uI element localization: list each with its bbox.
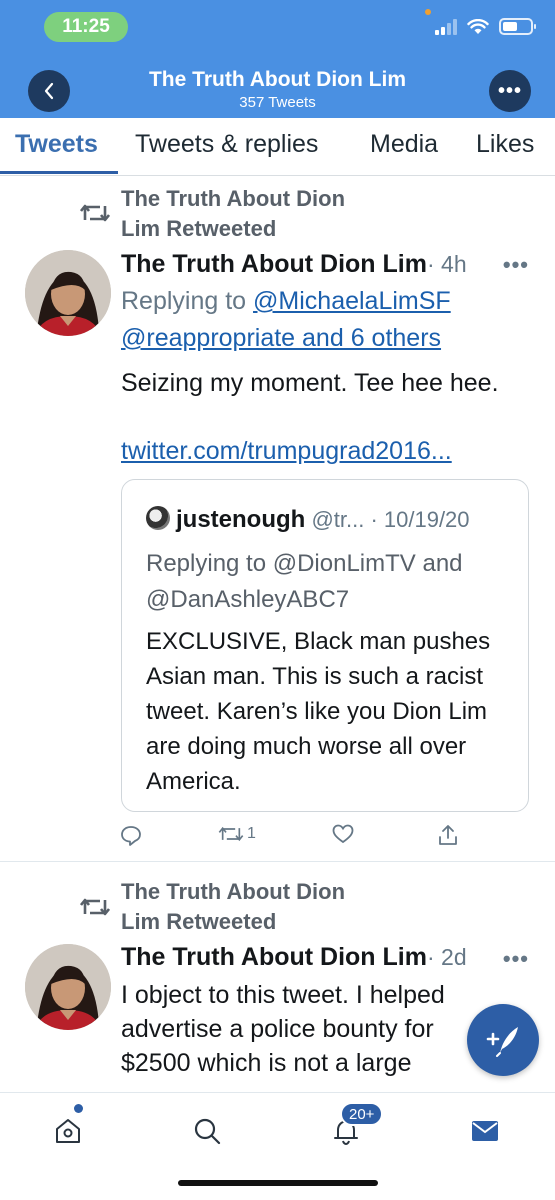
- retweet-button[interactable]: 1: [218, 824, 256, 844]
- profile-header: 11:25 The Truth About Dion Lim 357 Tweet…: [0, 0, 555, 118]
- tweet-author[interactable]: The Truth About Dion Lim· 4h: [121, 250, 467, 279]
- feather-plus-icon: [486, 1027, 518, 1057]
- home-icon: [56, 1119, 80, 1143]
- quoted-tweet[interactable]: justenough @tr... · 10/19/20 Replying to…: [121, 479, 529, 812]
- tweet-actions: 1: [120, 824, 470, 854]
- retweet-icon: [80, 898, 110, 916]
- share-button[interactable]: [438, 824, 458, 846]
- quoted-author: justenough @tr... · 10/19/20: [176, 506, 470, 533]
- tweet-count: 357 Tweets: [239, 94, 316, 111]
- wifi-icon: [467, 18, 489, 34]
- retweet-label: The Truth About Dion Lim Retweeted: [121, 186, 346, 241]
- tweet-author[interactable]: The Truth About Dion Lim· 2d: [121, 943, 467, 972]
- nav-search[interactable]: [187, 1111, 227, 1151]
- mic-indicator: [425, 9, 431, 15]
- reply-button[interactable]: [120, 824, 142, 846]
- nav-home[interactable]: [48, 1111, 88, 1151]
- cellular-signal-icon: [435, 18, 457, 35]
- tweet-options-button[interactable]: •••: [503, 252, 529, 278]
- avatar[interactable]: [25, 944, 111, 1030]
- active-tab-indicator: [0, 171, 118, 174]
- like-button[interactable]: [332, 824, 354, 844]
- tab-media[interactable]: Media: [370, 130, 438, 159]
- quoted-avatar: [146, 506, 170, 530]
- quoted-text: EXCLUSIVE, Black man pushes Asian man. T…: [146, 628, 491, 795]
- battery-icon: [499, 18, 536, 35]
- profile-title: The Truth About Dion Lim: [148, 68, 406, 91]
- profile-tabs: Tweets Tweets & replies Media Likes: [0, 118, 555, 176]
- tweet-link[interactable]: twitter.com/trumpugrad2016...: [121, 434, 531, 468]
- retweet-icon: [80, 204, 110, 222]
- status-time: 11:25: [44, 12, 128, 42]
- tab-likes[interactable]: Likes: [476, 130, 534, 159]
- retweet-label: The Truth About Dion Lim Retweeted: [121, 879, 346, 934]
- compose-tweet-button[interactable]: [467, 1004, 539, 1076]
- quoted-replying-to: Replying to @DionLimTV and @DanAshleyABC…: [146, 550, 463, 613]
- tweet-text: Seizing my moment. Tee hee hee.: [121, 369, 499, 397]
- retweet-icon: [218, 826, 244, 842]
- more-options-button[interactable]: •••: [489, 70, 531, 112]
- profile-photo: [25, 944, 111, 1030]
- tab-tweets-and-replies[interactable]: Tweets & replies: [135, 130, 318, 159]
- avatar[interactable]: [25, 250, 111, 336]
- search-icon: [194, 1118, 221, 1145]
- mention-link[interactable]: @MichaelaLimSF: [253, 287, 451, 315]
- replying-to: Replying to @MichaelaLimSF @reappropriat…: [121, 287, 451, 352]
- status-icons: [435, 18, 536, 35]
- notifications-badge: 20+: [340, 1102, 384, 1126]
- tweet-divider: [0, 861, 555, 862]
- tab-tweets[interactable]: Tweets: [15, 130, 98, 159]
- nav-messages[interactable]: [465, 1111, 505, 1151]
- tweet-text: I object to this tweet. I helped adverti…: [121, 981, 445, 1077]
- profile-photo: [25, 250, 111, 336]
- mention-others-link[interactable]: @reappropriate and 6 others: [121, 324, 441, 352]
- tweet-options-button[interactable]: •••: [503, 946, 529, 972]
- home-indicator[interactable]: [178, 1180, 378, 1186]
- share-icon: [439, 825, 457, 845]
- mail-icon: [472, 1121, 498, 1141]
- reply-icon: [121, 826, 141, 846]
- heart-icon: [332, 824, 354, 844]
- retweet-count: 1: [247, 825, 256, 842]
- new-tweets-dot: [74, 1104, 83, 1113]
